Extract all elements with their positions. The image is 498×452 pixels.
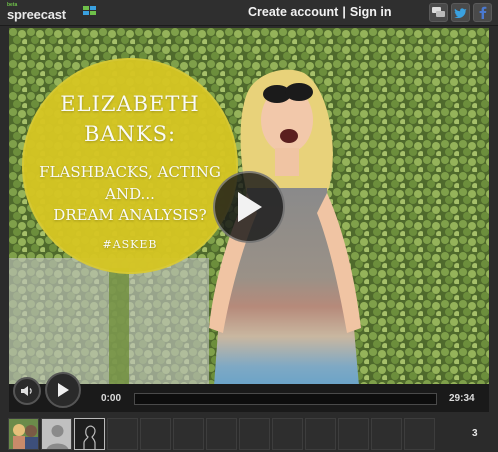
participant-thumb-1[interactable] [8, 418, 39, 450]
participant-strip [8, 418, 435, 450]
empty-slot [173, 418, 204, 450]
empty-slot [107, 418, 138, 450]
sign-in-link[interactable]: Sign in [350, 5, 392, 19]
empty-slot [404, 418, 435, 450]
title-line-5: DREAM ANALYSIS? [53, 206, 207, 224]
title-line-4: AND... [105, 185, 155, 203]
empty-slot [272, 418, 303, 450]
default-avatar-icon [42, 419, 71, 449]
facebook-button[interactable] [473, 3, 492, 22]
top-bar: beta spreecast Create account | Sign in [0, 0, 498, 26]
viewer-count: 3 [472, 428, 478, 439]
current-time: 0:00 [101, 393, 122, 404]
big-play-button[interactable] [213, 171, 285, 243]
empty-slot [206, 418, 237, 450]
beta-badge: beta [7, 2, 18, 8]
auth-separator: | [342, 5, 346, 19]
title-line-1: ELIZABETH [60, 92, 200, 116]
progress-bar[interactable] [134, 393, 437, 405]
silhouette-icon [83, 425, 96, 449]
volume-button[interactable] [13, 377, 41, 405]
twitter-icon [454, 8, 467, 18]
duration: 29:34 [449, 393, 475, 404]
add-guest-slot[interactable] [74, 418, 105, 450]
empty-slot [338, 418, 369, 450]
twitter-button[interactable] [451, 3, 470, 22]
empty-slot [305, 418, 336, 450]
logo-text: spreecast [7, 7, 66, 22]
play-icon [238, 192, 262, 222]
chat-button[interactable] [429, 3, 448, 22]
empty-slot [371, 418, 402, 450]
speaker-icon [21, 386, 32, 396]
empty-slot [140, 418, 171, 450]
spreecast-logo[interactable]: beta spreecast [7, 2, 96, 23]
chat-icon [432, 7, 445, 17]
participant-thumb-2[interactable] [41, 418, 72, 450]
play-small-icon [58, 383, 69, 397]
title-line-3: FLASHBACKS, ACTING [39, 163, 221, 181]
auth-links: Create account | Sign in [248, 5, 391, 19]
social-buttons [429, 3, 492, 22]
create-account-link[interactable]: Create account [248, 5, 338, 19]
video-player[interactable]: ELIZABETH BANKS: FLASHBACKS, ACTING AND.… [9, 28, 489, 386]
facebook-icon [479, 6, 487, 19]
logo-flag-icon [83, 6, 96, 15]
player-controls: 0:00 29:34 [9, 372, 489, 412]
title-line-2: BANKS: [83, 122, 177, 146]
hashtag: #ASKEB [102, 238, 158, 251]
participant-photo-icon [9, 419, 38, 449]
empty-slot [239, 418, 270, 450]
title-overlay: ELIZABETH BANKS: FLASHBACKS, ACTING AND.… [22, 58, 238, 274]
play-button[interactable] [45, 372, 81, 408]
